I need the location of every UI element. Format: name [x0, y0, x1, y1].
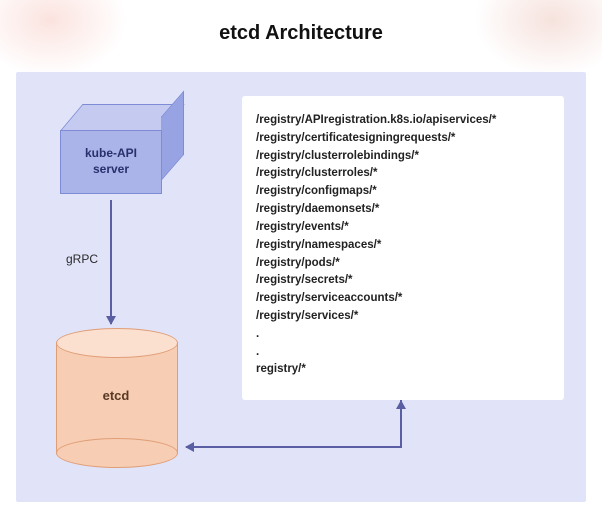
etcd-store-node: etcd — [56, 328, 176, 468]
diagram-canvas: kube-APIserver gRPC etcd /registry/APIre… — [16, 72, 586, 502]
registry-path-line: /registry/events/* — [256, 219, 550, 237]
diagram-title: etcd Architecture — [0, 22, 602, 45]
registry-path-line: /registry/APIregistration.k8s.io/apiserv… — [256, 112, 550, 130]
registry-path-line: /registry/certificatesigningrequests/* — [256, 130, 550, 148]
registry-path-line: /registry/services/* — [256, 308, 550, 326]
registry-path-line: /registry/clusterroles/* — [256, 165, 550, 183]
registry-path-line: . — [256, 344, 550, 362]
registry-path-line: /registry/pods/* — [256, 255, 550, 273]
cylinder-top — [56, 328, 178, 358]
registry-keys-panel: /registry/APIregistration.k8s.io/apiserv… — [242, 96, 564, 400]
registry-path-line: /registry/namespaces/* — [256, 237, 550, 255]
kube-api-server-node: kube-APIserver — [60, 104, 186, 200]
registry-path-line: registry/* — [256, 361, 550, 379]
arrow-panel-to-etcd-vertical — [400, 400, 402, 446]
registry-path-line: . — [256, 326, 550, 344]
protocol-label: gRPC — [66, 252, 98, 266]
cylinder-bottom — [56, 438, 178, 468]
registry-path-line: /registry/serviceaccounts/* — [256, 290, 550, 308]
kube-api-server-label: kube-APIserver — [60, 130, 162, 194]
registry-path-line: /registry/daemonsets/* — [256, 201, 550, 219]
registry-path-line: /registry/clusterrolebindings/* — [256, 148, 550, 166]
etcd-label: etcd — [56, 388, 176, 403]
registry-path-line: /registry/secrets/* — [256, 272, 550, 290]
arrow-kubeapi-to-etcd — [110, 200, 112, 324]
arrow-panel-to-etcd-horizontal — [186, 446, 402, 448]
registry-path-line: /registry/configmaps/* — [256, 183, 550, 201]
